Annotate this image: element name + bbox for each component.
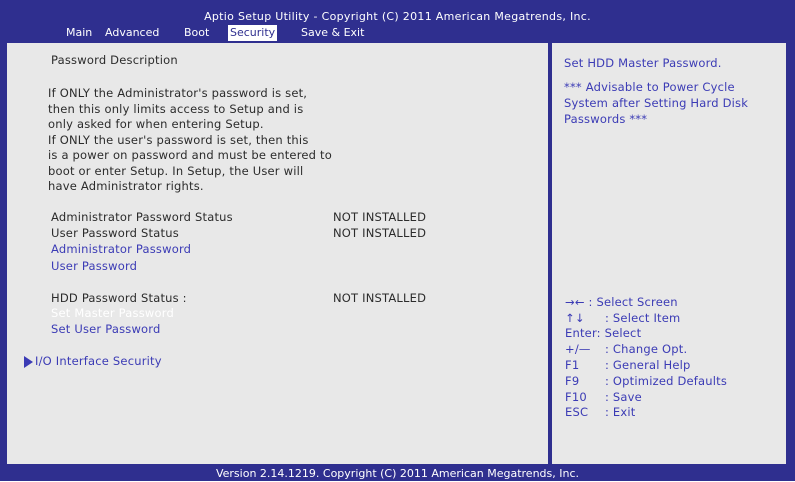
key-enter: Enter: Select: [565, 326, 641, 340]
key-name: Enter: [565, 326, 597, 340]
set-user-password-item[interactable]: Set User Password: [51, 322, 161, 336]
key-desc: : General Help: [605, 358, 691, 372]
hdd-status-value: NOT INSTALLED: [333, 291, 427, 305]
bios-screen: Aptio Setup Utility - Copyright (C) 2011…: [0, 0, 795, 481]
description-line: then this only limits access to Setup an…: [48, 101, 304, 116]
user-status-label: User Password Status: [51, 226, 179, 240]
key-select-item: ↑↓ : Select Item: [565, 311, 680, 325]
key-desc: : Optimized Defaults: [605, 374, 728, 388]
key-desc: : Change Opt.: [605, 342, 688, 356]
key-name: F1: [565, 358, 580, 372]
user-password-item[interactable]: User Password: [51, 259, 137, 273]
set-master-password-item[interactable]: Set Master Password: [51, 306, 174, 320]
key-change-opt: +/— : Change Opt.: [565, 342, 687, 356]
help-note-line: *** Advisable to Power Cycle: [564, 80, 735, 94]
version-footer: Version 2.14.1219. Copyright (C) 2011 Am…: [0, 466, 795, 481]
io-interface-security-label: I/O Interface Security: [35, 354, 162, 368]
key-optimized-defaults: F9 : Optimized Defaults: [565, 374, 727, 388]
key-name: →←: [565, 295, 585, 309]
description-line: boot or enter Setup. In Setup, the User …: [48, 163, 304, 178]
key-save: F10 : Save: [565, 390, 642, 404]
key-exit: ESC : Exit: [565, 405, 636, 419]
description-line: is a power on password and must be enter…: [48, 148, 332, 162]
io-interface-security-item[interactable]: I/O Interface Security: [24, 354, 162, 368]
key-desc: : Select: [596, 326, 642, 340]
tab-boot[interactable]: Boot: [184, 25, 209, 41]
submenu-arrow-icon: [24, 355, 33, 368]
key-name: ESC: [565, 405, 589, 419]
description-line: If ONLY the Administrator's password is …: [48, 86, 308, 100]
help-note-line: System after Setting Hard Disk: [564, 96, 749, 110]
tab-main[interactable]: Main: [66, 25, 92, 41]
admin-status-label: Administrator Password Status: [51, 210, 233, 224]
title-bar: Aptio Setup Utility - Copyright (C) 2011…: [0, 0, 795, 41]
key-select-screen: →← : Select Screen: [565, 295, 678, 309]
user-status-value: NOT INSTALLED: [333, 226, 427, 240]
tab-save-exit[interactable]: Save & Exit: [301, 25, 364, 41]
description-line: only asked for when entering Setup.: [48, 117, 264, 131]
key-desc: : Save: [605, 390, 642, 404]
key-name: F10: [565, 390, 587, 404]
key-desc: : Select Screen: [588, 295, 678, 309]
key-name: ↑↓: [565, 311, 585, 325]
tab-advanced[interactable]: Advanced: [105, 25, 159, 41]
tab-security[interactable]: Security: [228, 25, 278, 41]
key-name: +/—: [565, 342, 591, 356]
hdd-status-label: HDD Password Status :: [51, 291, 187, 305]
admin-status-value: NOT INSTALLED: [333, 210, 427, 224]
admin-password-item[interactable]: Administrator Password: [51, 242, 191, 256]
key-desc: : Exit: [605, 405, 636, 419]
panel-divider: [548, 41, 552, 466]
help-title: Set HDD Master Password.: [564, 56, 722, 70]
key-general-help: F1 : General Help: [565, 358, 691, 372]
description-line: If ONLY the user's password is set, then…: [48, 132, 309, 147]
key-desc: : Select Item: [605, 311, 681, 325]
help-note-line: Passwords ***: [564, 112, 648, 126]
section-title: Password Description: [51, 53, 178, 67]
description-line: have Administrator rights.: [48, 179, 204, 193]
app-title: Aptio Setup Utility - Copyright (C) 2011…: [204, 10, 591, 23]
key-name: F9: [565, 374, 580, 388]
